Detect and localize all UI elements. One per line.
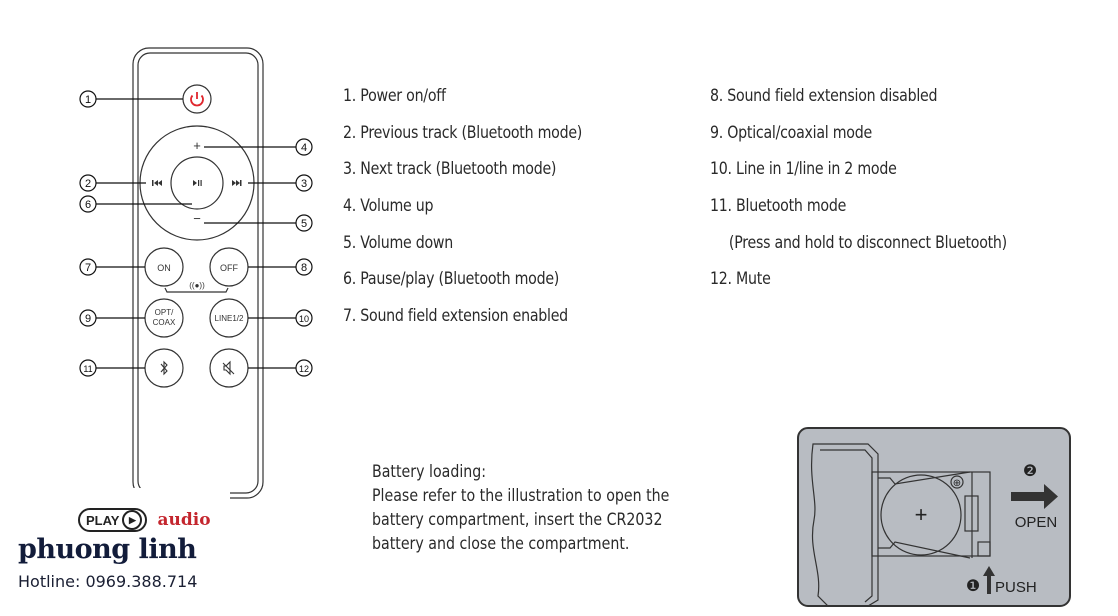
on-label: ON [157, 263, 171, 273]
opt-label-line1: OPT/ [155, 308, 174, 317]
hotline: Hotline: 0969.388.714 [18, 572, 198, 591]
polarity-symbol: ⊕ [953, 478, 961, 489]
legend-item: 4. Volume up [343, 196, 434, 216]
push-label: PUSH [995, 579, 1037, 596]
remote-body-inner [137, 52, 259, 494]
previous-track-icon [152, 180, 162, 186]
callout-11-label: 11 [83, 364, 92, 374]
plus-symbol: + [915, 502, 928, 527]
legend-item: 2. Previous track (Bluetooth mode) [343, 122, 583, 142]
legend-item-note: (Press and hold to disconnect Bluetooth) [728, 232, 1007, 252]
callout-8-label: 8 [301, 262, 307, 274]
play-pause-icon [193, 180, 202, 186]
callout-12-label: 12 [299, 364, 309, 374]
battery-line: Please refer to the illustration to open… [372, 486, 670, 505]
bluetooth-icon [160, 360, 168, 376]
callout-6-label: 6 [85, 199, 91, 211]
legend-item: 10. Line in 1/line in 2 mode [710, 159, 897, 179]
legend-item: 9. Optical/coaxial mode [710, 122, 872, 142]
callout-2-label: 2 [85, 178, 91, 190]
battery-line: battery and close the compartment. [372, 534, 630, 553]
legend-item: 1. Power on/off [343, 86, 446, 105]
sound-field-icon: ((●)) [189, 281, 205, 290]
legend-item: 11. Bluetooth mode [710, 196, 847, 216]
legend-item: 7. Sound field extension enabled [343, 306, 568, 326]
volume-up-icon: + [193, 138, 201, 153]
line-label: LINE1/2 [215, 314, 244, 323]
legend-item: 12. Mute [710, 269, 771, 289]
volume-down-icon: − [193, 211, 201, 226]
callout-1-label: 1 [85, 94, 91, 106]
callout-7-label: 7 [85, 262, 91, 274]
legend-right: 8. Sound field extension disabled 9. Opt… [710, 84, 1055, 304]
battery-instructions: Battery loading: Please refer to the ill… [372, 460, 669, 556]
legend-left: 1. Power on/off 2. Previous track (Bluet… [343, 84, 621, 341]
opt-label-line2: COAX [153, 318, 176, 327]
watermark-logo: PLAY ▶ audio phuong linh Hotline: 0969.3… [0, 488, 230, 616]
battery-illustration: + ⊕ ❷ OPEN ❶ PUSH [797, 427, 1071, 607]
legend-item: 8. Sound field extension disabled [710, 86, 938, 105]
callout-9-label: 9 [85, 313, 91, 325]
mute-icon [222, 360, 235, 376]
remote-body-outer [132, 47, 264, 499]
power-icon [190, 92, 204, 107]
callout-3-label: 3 [301, 178, 307, 190]
brand-name: phuong linh [18, 534, 197, 565]
play-badge: PLAY ▶ [78, 508, 148, 532]
callout-5-label: 5 [301, 218, 307, 230]
play-audio-mark: PLAY ▶ audio [78, 508, 211, 532]
step-2-badge: ❷ [1023, 463, 1037, 480]
open-label: OPEN [1015, 514, 1058, 531]
callout-10-label: 10 [299, 314, 309, 324]
legend-item: 5. Volume down [343, 232, 454, 252]
play-label: PLAY [86, 512, 120, 528]
mute-button[interactable] [209, 348, 249, 388]
step-1-badge: ❶ [966, 578, 980, 595]
battery-heading: Battery loading: [372, 462, 487, 481]
play-icon: ▶ [122, 510, 143, 530]
audio-label: audio [157, 510, 211, 530]
callout-4-label: 4 [301, 142, 307, 154]
off-label: OFF [220, 263, 238, 273]
next-track-icon [232, 180, 242, 186]
battery-line: battery compartment, insert the CR2032 [372, 510, 663, 529]
legend-item: 3. Next track (Bluetooth mode) [343, 159, 557, 179]
legend-item: 6. Pause/play (Bluetooth mode) [343, 269, 560, 289]
remote-diagram: + − ON OFF ((●)) OPT/ COAX LINE1/2 1 2 3… [79, 47, 313, 499]
